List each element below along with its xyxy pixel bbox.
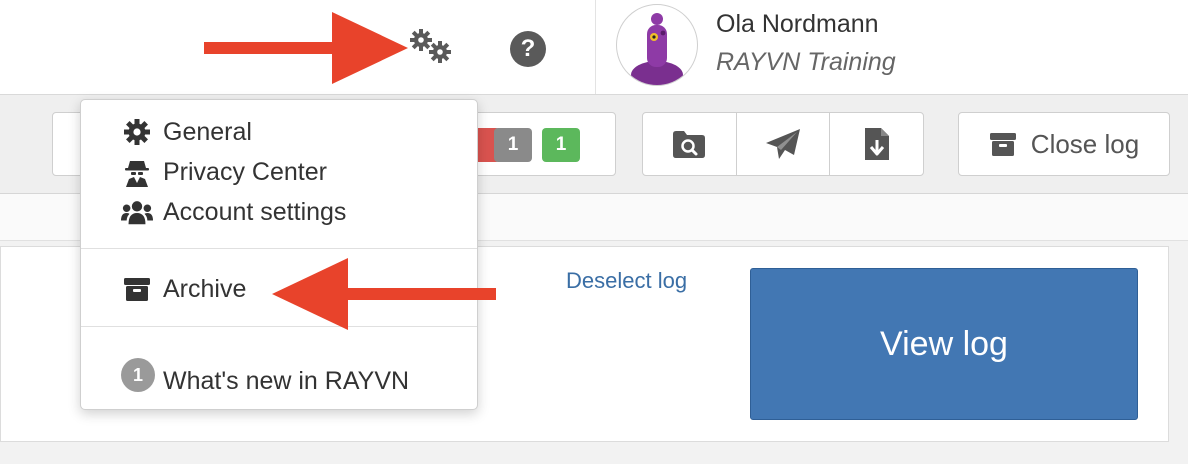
avatar[interactable] <box>616 4 698 86</box>
menu-item-label: Archive <box>163 274 247 303</box>
view-log-button[interactable]: View log <box>750 268 1138 420</box>
gears-icon[interactable] <box>406 28 456 68</box>
whats-new-count-badge: 1 <box>121 358 155 392</box>
close-log-label: Close log <box>1030 128 1140 159</box>
menu-item-label: Privacy Center <box>163 157 327 186</box>
menu-item-account-settings[interactable]: Account settings <box>121 195 346 229</box>
file-download-icon <box>864 128 889 160</box>
paper-plane-icon <box>766 129 800 159</box>
menu-item-label: What's new in RAYVN <box>163 366 410 395</box>
search-folder-icon <box>673 131 706 158</box>
menu-item-privacy-center[interactable]: Privacy Center <box>121 155 327 189</box>
menu-divider <box>81 248 477 249</box>
menu-item-label: Account settings <box>163 197 347 226</box>
status-badge-green[interactable]: 1 <box>542 128 580 162</box>
download-button[interactable] <box>829 113 923 175</box>
user-secret-icon <box>121 156 153 188</box>
menu-item-whats-new[interactable]: What's new in RAYVN <box>121 364 409 398</box>
settings-dropdown-menu: General Privacy Center Account settings … <box>80 99 478 410</box>
top-header <box>0 0 1188 95</box>
log-actions-group <box>642 112 924 176</box>
user-name: Ola Nordmann <box>716 10 879 38</box>
status-badge-gray[interactable]: 1 <box>494 128 532 162</box>
menu-item-label: General <box>163 117 252 146</box>
search-folder-button[interactable] <box>643 113 736 175</box>
archive-box-icon <box>989 133 1016 156</box>
deselect-log-link[interactable]: Deselect log <box>566 268 687 294</box>
archive-box-icon <box>121 273 153 305</box>
user-organization: RAYVN Training <box>716 48 896 76</box>
close-log-button[interactable]: Close log <box>958 112 1170 176</box>
annotation-arrow-to-settings <box>204 12 408 84</box>
question-circle-icon[interactable]: ? <box>510 31 546 67</box>
header-divider <box>595 0 596 94</box>
menu-item-archive[interactable]: Archive <box>121 272 246 306</box>
menu-item-general[interactable]: General <box>121 115 252 149</box>
annotation-arrow-to-archive <box>272 258 496 330</box>
cog-icon <box>121 116 153 148</box>
send-button[interactable] <box>735 113 830 175</box>
users-icon <box>121 196 153 228</box>
